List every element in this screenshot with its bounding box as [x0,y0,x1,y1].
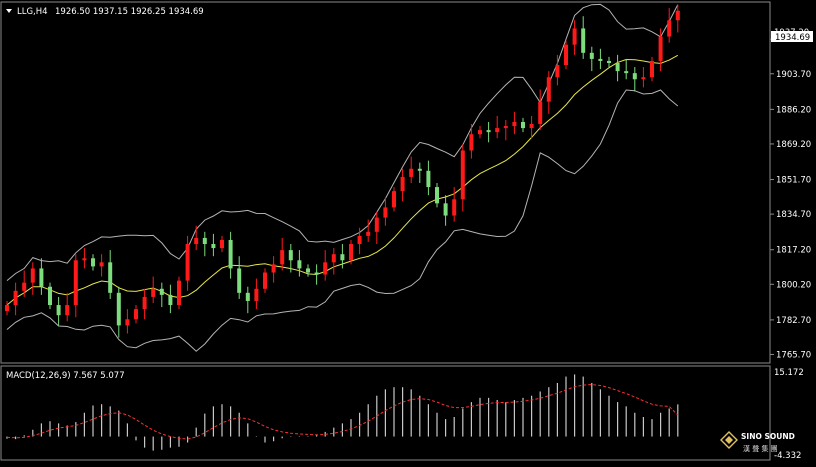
candle-body [641,77,646,80]
candle-body [177,280,181,306]
candle-body [529,124,534,129]
candle-body [331,254,336,263]
price-axis-label: 1800.20 [776,280,811,290]
price-axis-label: 1817.20 [776,246,811,256]
candle-body [323,262,328,275]
price-axis-label: 1903.70 [776,70,811,80]
candle-body [254,288,259,301]
candle-body [564,44,568,66]
candle-body [65,305,70,316]
candle-body [650,60,654,78]
candle-body [237,268,242,293]
candle-body [538,101,543,125]
candle-body [280,250,285,265]
candle-body [159,288,164,295]
chart-background [0,0,816,463]
logo-cn: 漢 聲 集 團 [743,444,778,453]
candle-body [73,260,78,306]
candle-body [151,288,156,297]
candle-body [521,121,525,129]
candle-body [39,268,44,287]
candle-body [598,58,603,61]
symbol-timeframe: LLG,H4 [17,7,48,17]
candle-body [426,170,431,188]
candle-body [486,130,491,133]
candle-body [211,244,216,249]
candle-body [288,250,293,261]
candle-body [503,126,508,129]
candle-body [452,199,457,216]
candle-body [168,294,173,306]
candle-body [478,130,482,135]
candle-body [116,292,121,326]
candle-body [125,319,130,326]
candle-body [667,20,672,37]
candle-body [134,309,138,320]
candle-body [220,239,224,249]
candle-body [185,244,190,281]
candle-body [607,60,611,63]
price-axis-label: 1765.70 [776,350,811,360]
candle-body [340,254,345,261]
candle-body [400,176,405,192]
candle-body [409,168,414,177]
candle-body [417,168,422,171]
candle-body [435,187,439,204]
candle-body [460,150,465,200]
candle-body [632,73,637,80]
macd-label: MACD(12,26,9) 7.567 5.077 [6,371,125,381]
candle-body [443,203,448,216]
candle-body [366,231,371,236]
candle-body [495,128,500,133]
candle-body [555,65,560,78]
candle-body [30,268,35,283]
candle-body [581,28,586,53]
candle-body [271,264,276,273]
macd-axis-top: 15.172 [774,368,804,378]
candle-body [99,262,104,267]
price-axis-label: 1886.20 [776,105,811,115]
candle-body [91,258,95,267]
candle-body [392,191,396,208]
candle-body [5,305,9,312]
candle-body [658,36,663,61]
macd-axis-bottom: -4.332 [774,451,801,461]
candle-body [374,217,379,232]
candle-body [228,239,233,269]
logo-brand: SINO SOUND [741,432,795,441]
candle-body [108,262,113,293]
candle-body [349,244,353,261]
candle-body [245,292,250,301]
candle-body [22,282,27,291]
candle-body [48,286,52,306]
price-axis-label: 1834.70 [776,210,811,220]
candle-body [546,77,551,102]
candle-body [589,52,594,59]
candle-body [469,134,474,151]
candle-body [383,207,388,218]
candle-body [194,237,199,245]
candle-body [306,268,310,273]
candle-body [675,10,680,21]
candle-body [357,235,362,245]
candle-body [512,121,517,127]
candle-body [297,260,302,269]
candle-body [142,296,147,310]
chart-window[interactable]: 1920.701903.701886.201869.201851.701834.… [0,0,816,463]
candle-body [314,272,319,275]
candle-body [615,62,620,72]
ohlc-readout: 1926.50 1937.15 1926.25 1934.69 [55,7,204,17]
price-axis-label: 1782.70 [776,316,811,326]
candle-body [56,305,61,316]
price-axis-label: 1851.70 [776,176,811,186]
price-axis-label: 1869.20 [776,140,811,150]
candle-body [624,71,629,74]
candle-body [263,272,267,289]
candle-body [82,258,87,261]
candle-body [202,237,207,245]
candle-body [13,290,18,306]
current-price-label: 1934.69 [775,33,810,43]
candle-body [572,28,577,45]
